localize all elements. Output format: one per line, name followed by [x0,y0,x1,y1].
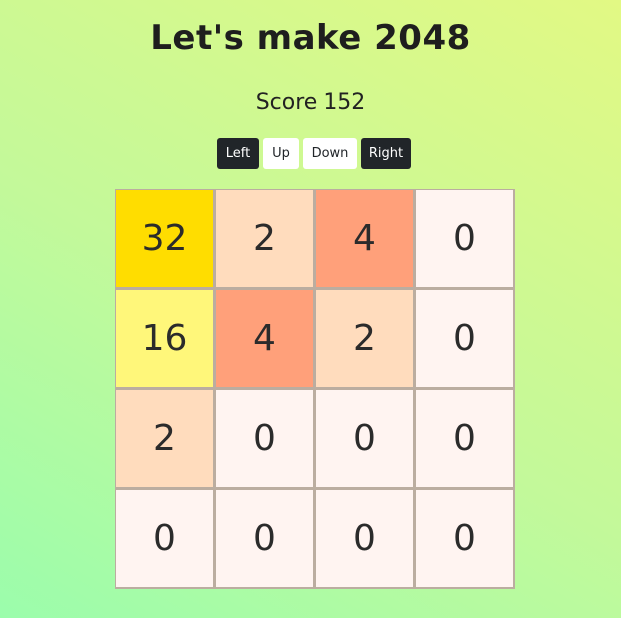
tile: 2 [316,290,413,387]
tile: 32 [116,190,213,287]
tile: 0 [216,390,313,487]
tile: 0 [416,290,513,387]
score-display: Score 152 [0,90,621,115]
right-button[interactable]: Right [361,138,411,169]
score-value: 152 [323,90,366,115]
tile: 0 [116,490,213,587]
down-button[interactable]: Down [303,138,357,169]
tile: 0 [316,390,413,487]
tile: 0 [316,490,413,587]
tile: 0 [216,490,313,587]
game-board: 32 2 4 0 16 4 2 0 2 0 0 0 0 0 0 0 [115,189,515,589]
tile: 16 [116,290,213,387]
tile: 4 [216,290,313,387]
tile: 2 [216,190,313,287]
tile: 0 [416,190,513,287]
tile: 2 [116,390,213,487]
left-button[interactable]: Left [217,138,259,169]
tile: 0 [416,490,513,587]
tile: 4 [316,190,413,287]
move-controls: Left Up Down Right [217,138,411,169]
tile: 0 [416,390,513,487]
page-title: Let's make 2048 [150,18,471,58]
up-button[interactable]: Up [263,138,299,169]
score-label: Score [255,90,318,115]
